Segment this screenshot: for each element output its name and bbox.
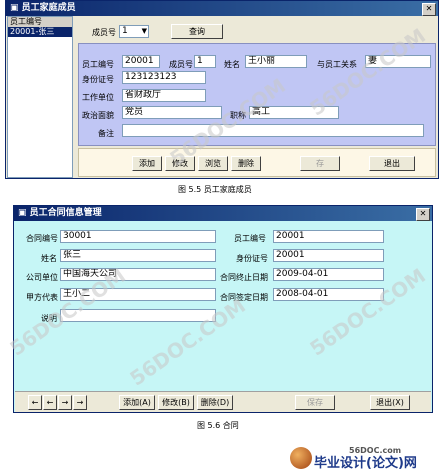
emp-no2-label: 员工编号: [234, 234, 266, 243]
nav-first-button[interactable]: ←: [28, 395, 42, 410]
politics-field[interactable]: 党员: [122, 106, 222, 119]
nav-last-button[interactable]: →: [73, 395, 87, 410]
footer-brand: 毕业设计(论文)网: [314, 456, 417, 471]
figure-caption-5-6: 图 5.6 合同: [197, 421, 239, 430]
member-no2-field[interactable]: 1: [194, 55, 216, 68]
add-button[interactable]: 添加: [132, 156, 162, 171]
family-title-bar: ▣ 员工家庭成员: [6, 1, 438, 16]
nav-next-button[interactable]: →: [58, 395, 72, 410]
member-no2-label: 成员号: [169, 60, 193, 69]
remark-label: 备注: [98, 129, 114, 138]
query-button[interactable]: 查询: [171, 24, 223, 39]
contract-title-bar: ▣ 员工合同信息管理: [14, 206, 432, 221]
browse-button[interactable]: 浏览: [198, 156, 228, 171]
party-label: 甲方代表: [26, 293, 58, 302]
name2-label: 姓名: [41, 254, 57, 263]
window-icon: ▣: [10, 3, 22, 13]
employee-list[interactable]: 员工编号 20001-张三: [7, 16, 73, 178]
emp-no-label: 员工编号: [82, 60, 114, 69]
id-field[interactable]: 123123123: [122, 71, 206, 84]
company-label: 公司单位: [26, 273, 58, 282]
delete-button[interactable]: 删除: [231, 156, 261, 171]
save-button[interactable]: 存: [300, 156, 340, 171]
figure-caption-5-5: 图 5.5 员工家庭成员: [178, 185, 252, 194]
nav-prev-button[interactable]: ←: [43, 395, 57, 410]
member-no-select[interactable]: 1 ▼: [119, 25, 149, 38]
contract-no-field[interactable]: 30001: [60, 230, 216, 243]
exit-button[interactable]: 退出: [369, 156, 415, 171]
name2-field[interactable]: 张三: [60, 249, 216, 262]
window-icon: ▣: [18, 208, 30, 218]
work-field[interactable]: 省财政厅: [122, 89, 206, 102]
end-date-field[interactable]: 2009-04-01: [273, 268, 384, 281]
close-icon[interactable]: ✕: [416, 208, 430, 221]
save-button[interactable]: 保存: [295, 395, 335, 410]
family-window: ▣ 员工家庭成员 ✕ 员工编号 20001-张三 成员号 1 ▼ 查询 员工编号…: [5, 0, 439, 179]
member-no-label: 成员号: [92, 28, 116, 37]
delete-button[interactable]: 删除(D): [197, 395, 233, 410]
family-button-bar: 添加 修改 浏览 删除 存 退出: [78, 148, 436, 177]
logo-icon: [290, 447, 312, 469]
work-label: 工作单位: [82, 93, 114, 102]
id2-field[interactable]: 20001: [273, 249, 384, 262]
politics-label: 政治面貌: [82, 111, 114, 120]
contract-button-bar: ← ← → → 添加(A) 修改(B) 删除(D) 保存 退出(X): [15, 391, 431, 412]
employee-list-item[interactable]: 20001-张三: [8, 27, 72, 37]
company-field[interactable]: 中国海天公司: [60, 268, 216, 281]
chevron-down-icon: ▼: [141, 27, 147, 35]
emp-no2-field[interactable]: 20001: [273, 230, 384, 243]
family-window-title: 员工家庭成员: [21, 3, 76, 13]
contract-window-title: 员工合同信息管理: [29, 208, 102, 218]
contract-no-label: 合同编号: [26, 234, 58, 243]
id2-label: 身份证号: [236, 254, 268, 263]
employee-list-header: 员工编号: [8, 17, 72, 27]
remark-field[interactable]: [122, 124, 424, 137]
add-button[interactable]: 添加(A): [119, 395, 155, 410]
end-date-label: 合同终止日期: [220, 273, 268, 282]
close-icon[interactable]: ✕: [422, 3, 436, 16]
edit-button[interactable]: 修改(B): [158, 395, 194, 410]
name-label: 姓名: [224, 60, 240, 69]
name-field[interactable]: 王小丽: [245, 55, 307, 68]
exit-button[interactable]: 退出(X): [370, 395, 410, 410]
emp-no-field[interactable]: 20001: [122, 55, 160, 68]
member-no-select-value: 1: [122, 26, 128, 36]
id-label: 身份证号: [82, 75, 114, 84]
